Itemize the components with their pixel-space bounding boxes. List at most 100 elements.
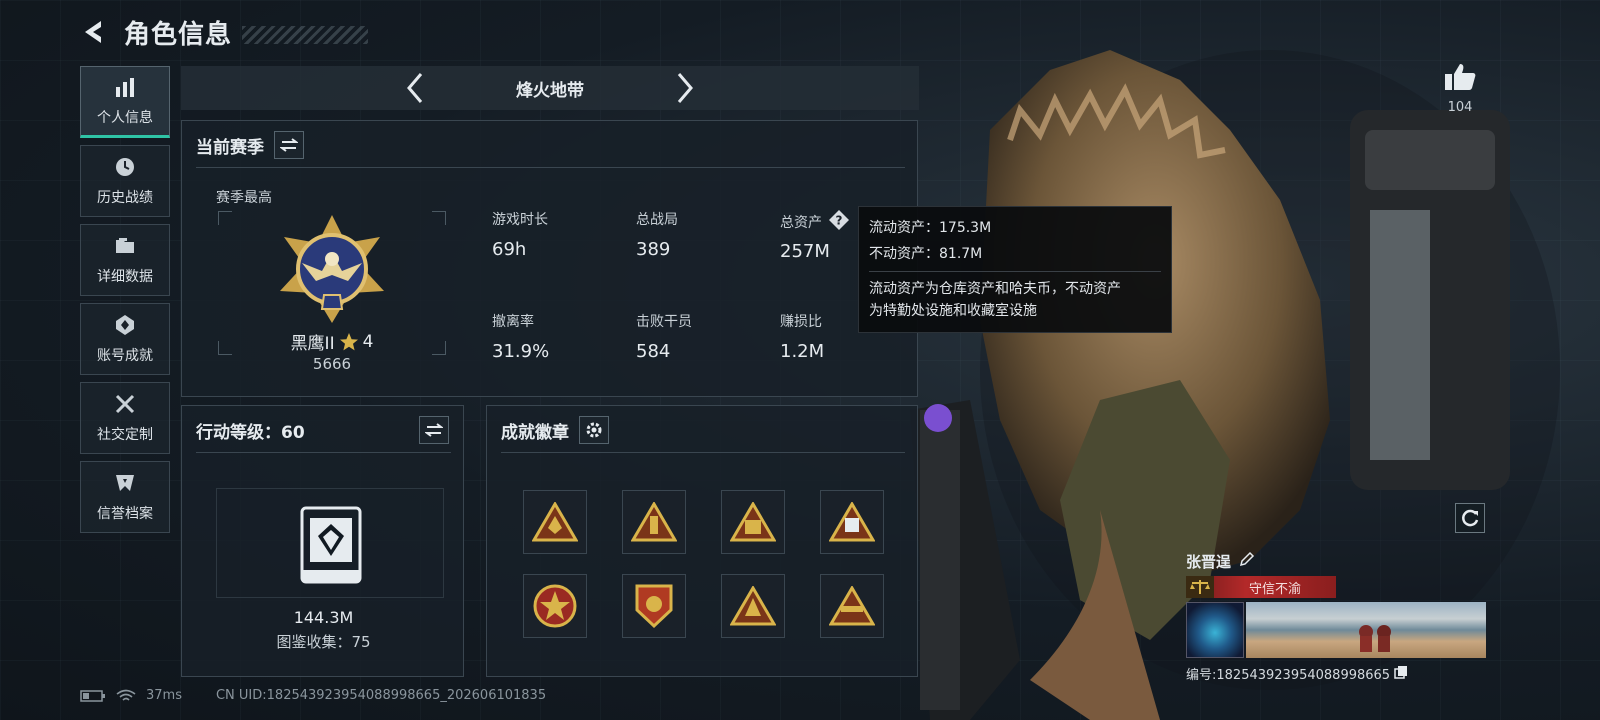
stat-label: 撤离率 [492,314,534,330]
swap-icon [280,138,298,152]
season-high-label: 赛季最高 [216,190,272,206]
badges-title: 成就徽章 [501,422,569,443]
rank-score: 5666 [312,355,352,373]
player-id: 编号:1825439239540889986​65 [1186,668,1391,683]
avatar[interactable] [1186,602,1244,658]
rank-stars: 4 [362,331,374,352]
badge-slot[interactable] [523,574,587,638]
player-name: 张晋逞 [1186,552,1232,571]
tooltip-desc-line1: 流动资产为仓库资产和哈夫币，不动资产 [869,281,1121,297]
level-title: 行动等级：60 [196,422,305,443]
svg-text:?: ? [836,214,843,228]
badge-slot[interactable] [721,574,785,638]
tooltip-fixed-assets: 不动资产：81.7M [869,246,983,262]
stat-play-time: 游戏时长 69h [492,209,548,260]
stat-value: 69h [492,239,527,260]
status-bar: 37ms CN UID:18254392395408899866​5_20260… [80,688,546,703]
sidebar-item-label: 历史战绩 [97,190,153,206]
sidebar-item-label: 个人信息 [97,110,153,126]
sidebar-item-history[interactable]: 历史战绩 [80,145,170,217]
sidebar-item-label: 账号成就 [97,348,153,364]
stat-profit-ratio: 赚损比 1.2M [780,311,824,362]
sidebar-item-credit[interactable]: 信誉档案 [80,461,170,533]
folder-icon [113,234,137,258]
season-switch-button[interactable] [274,131,304,159]
sidebar-item-social[interactable]: 社交定制 [80,382,170,454]
uid-text: CN UID:18254392395408899866​5_2026061018… [215,688,547,703]
profile-banner[interactable] [1246,602,1486,658]
back-arrow-icon [85,21,101,43]
stat-value: 584 [636,341,671,362]
collection-value: 144.3M [293,608,354,627]
title-decoration [242,26,369,44]
banner-scene [1359,625,1391,652]
divider [196,452,451,453]
mode-title: 烽火地带 [516,80,584,101]
badges-settings-button[interactable] [579,416,609,444]
mode-selector: 烽火地带 [181,66,919,110]
scale-icon [1186,576,1214,598]
copy-id-button[interactable] [1394,665,1408,683]
achievement-icon [113,313,137,337]
badge-slot[interactable] [622,490,686,554]
badge-icon [532,502,578,542]
ping: 37ms [146,688,182,703]
star-icon [339,332,358,350]
copy-icon [1394,665,1408,679]
stat-label: 击败干员 [636,314,692,330]
badges-panel-header: 成就徽章 [501,416,609,444]
credit-status-bar: 守信不渝 [1186,576,1336,598]
divider [196,167,905,168]
frame-corner [432,211,446,225]
badge-icon [730,502,776,542]
next-mode-button[interactable] [670,68,700,108]
refresh-icon [1462,509,1479,527]
sidebar-item-achievements[interactable]: 账号成就 [80,303,170,375]
pencil-icon [1239,551,1255,567]
badge-icon [635,584,673,629]
stat-total-matches: 总战局 389 [636,209,678,260]
collection-cabinet-icon [300,506,362,588]
swap-icon [425,423,443,437]
season-panel-title: 当前赛季 [196,137,264,158]
page-header: 角色信息 [80,14,369,50]
badge-slot[interactable] [820,574,884,638]
stat-value: 389 [636,239,671,260]
frame-corner [218,211,232,225]
season-panel-header: 当前赛季 [196,131,304,159]
prev-mode-button[interactable] [400,68,430,108]
help-icon[interactable]: ? [828,209,850,235]
badge-icon [533,584,577,628]
badge-slot[interactable] [622,574,686,638]
refresh-appearance-button[interactable] [1455,503,1485,533]
badge-slot[interactable] [820,490,884,554]
stat-kills: 击败干员 584 [636,311,692,362]
stat-total-assets: 总资产 ? 257M [780,209,850,262]
season-panel: 当前赛季 赛季最高 黑鹰II 4 5666 游戏时长 69h 总战局 389 总… [181,120,918,397]
level-switch-button[interactable] [419,416,449,444]
badge-slot[interactable] [721,490,785,554]
back-button[interactable] [80,18,108,46]
assets-tooltip: 流动资产：175.3M 不动资产：81.7M 流动资产为仓库资产和哈夫币，不动资… [858,206,1172,333]
action-level-panel: 行动等级：60 144.3M 图鉴收集：75 [181,405,464,677]
chevron-left-icon [407,73,423,103]
edit-name-button[interactable] [1239,551,1255,571]
tooltip-liquid-assets: 流动资产：175.3M [869,220,992,236]
rank-emblem-icon [272,213,392,329]
badge-icon [829,586,875,626]
wifi-icon [116,689,136,701]
stat-label: 总资产 [780,215,822,231]
page-title: 角色信息 [124,19,233,50]
like-count: 104 [1447,100,1473,115]
sidebar-item-details[interactable]: 详细数据 [80,224,170,296]
sidebar-item-personal-info[interactable]: 个人信息 [80,66,170,138]
player-name-row: 张晋逞 [1186,548,1486,574]
stat-label: 游戏时长 [492,212,548,228]
like-button[interactable]: 104 [1440,62,1480,115]
stat-label-row: 总资产 ? [780,209,850,235]
badge-slot[interactable] [523,490,587,554]
credit-shield-icon [113,471,137,495]
sidebar-item-label: 详细数据 [97,269,153,285]
sidebar: 个人信息 历史战绩 详细数据 账号成就 社交定制 信誉档案 [80,66,170,540]
divider [501,452,905,453]
